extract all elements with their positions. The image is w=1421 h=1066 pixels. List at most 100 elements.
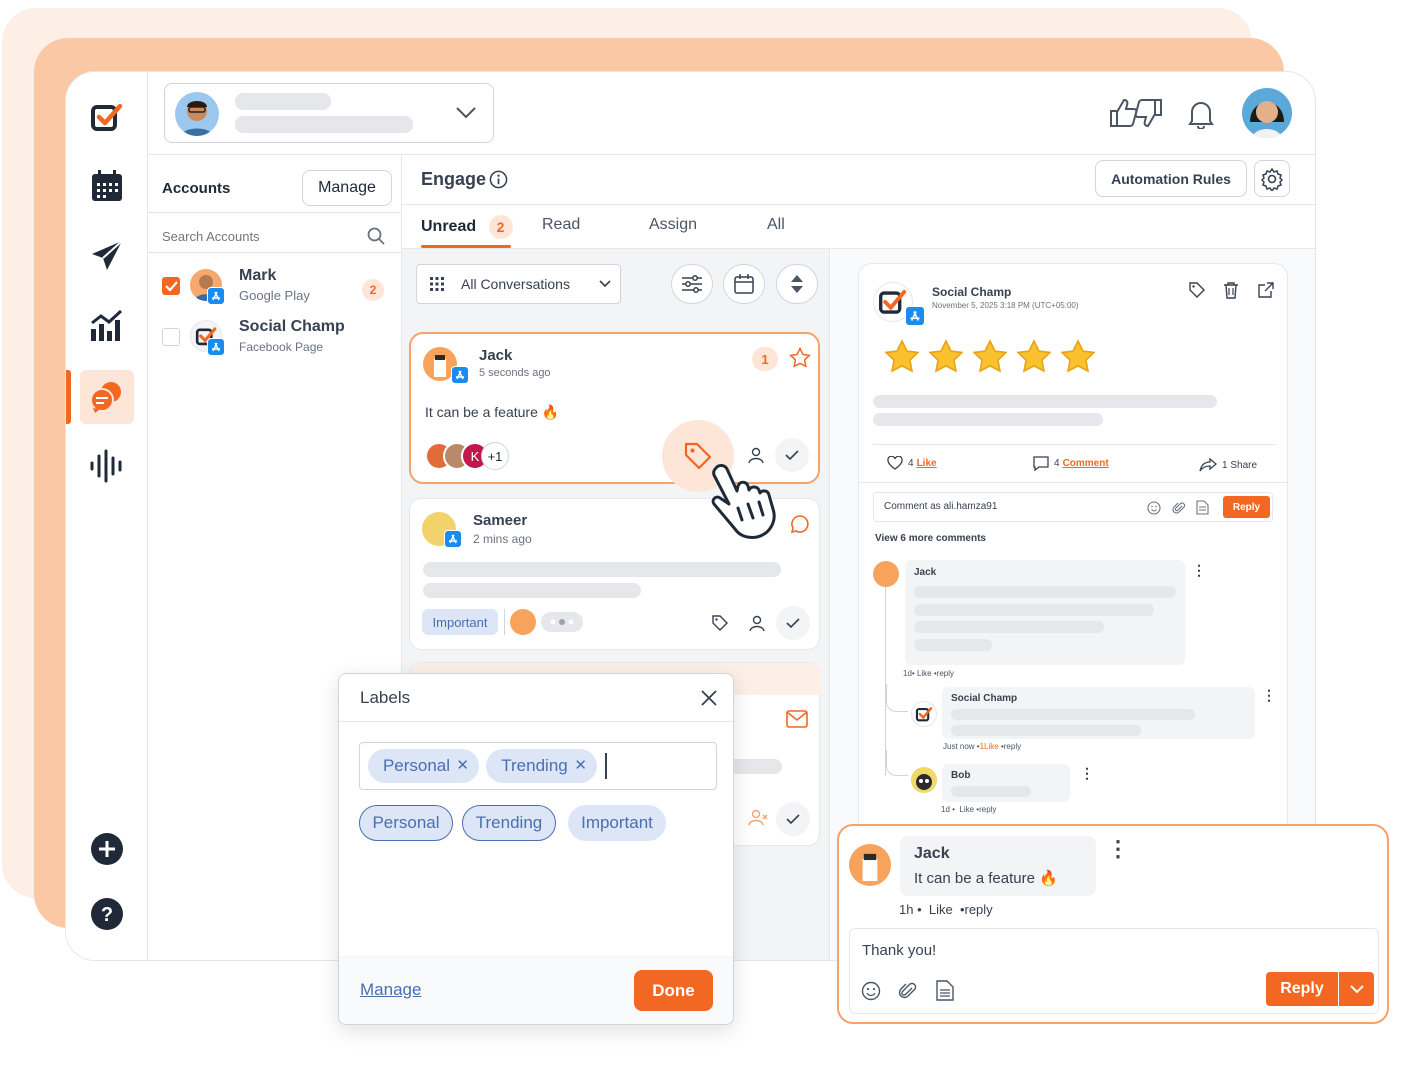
account-item-mark[interactable]: Mark Google Play 2 — [148, 265, 402, 311]
account-checkbox[interactable] — [162, 328, 180, 346]
label-chip[interactable]: Important — [422, 609, 498, 635]
skeleton-line — [951, 786, 1031, 797]
like-link[interactable]: Like — [929, 902, 953, 917]
skeleton-line — [914, 586, 1176, 598]
calendar-icon[interactable] — [86, 165, 128, 207]
done-button[interactable]: Done — [634, 970, 713, 1011]
document-icon[interactable] — [1196, 500, 1209, 515]
listening-waveform-icon[interactable] — [86, 445, 128, 487]
divider — [148, 252, 402, 253]
share-icon — [1199, 458, 1217, 472]
comment-bubble: Social Champ — [942, 687, 1255, 739]
tab-unread[interactable]: Unread 2 — [421, 215, 513, 248]
reply-input[interactable]: Thank you! — [862, 942, 936, 959]
chevron-down-icon — [599, 280, 611, 288]
chevron-down-icon — [456, 107, 476, 119]
check-icon — [785, 450, 799, 461]
send-icon[interactable] — [86, 235, 128, 277]
labels-input[interactable]: Personal ✕ Trending ✕ — [359, 742, 717, 790]
workspace-selector[interactable] — [164, 83, 494, 143]
automation-rules-button[interactable]: Automation Rules — [1095, 160, 1247, 197]
message-time: 2 mins ago — [473, 532, 532, 546]
emoji-icon[interactable] — [861, 981, 881, 1001]
sort-button[interactable] — [776, 264, 818, 304]
info-icon[interactable] — [489, 170, 508, 189]
skeleton-line — [914, 621, 1104, 633]
more-options-icon[interactable]: ⋮ — [1107, 836, 1129, 862]
search-accounts-input[interactable] — [162, 225, 362, 247]
share-action[interactable]: 1 Share — [1199, 455, 1257, 475]
close-icon[interactable] — [700, 689, 718, 707]
comment-action[interactable]: 4 Comment — [1033, 453, 1109, 473]
label-option[interactable]: Trending — [462, 805, 556, 841]
thumbs-up-down-icon[interactable] — [1108, 97, 1164, 129]
more-assignees-count: +1 — [481, 442, 509, 470]
tag-icon[interactable] — [711, 614, 729, 632]
remove-label-icon[interactable]: ✕ — [574, 756, 587, 774]
date-filter-button[interactable] — [723, 264, 765, 304]
account-item-social-champ[interactable]: Social Champ Facebook Page — [148, 316, 402, 362]
tab-assign[interactable]: Assign — [649, 216, 697, 234]
emoji-icon[interactable] — [1147, 501, 1161, 515]
more-options-icon[interactable]: ⋮ — [1262, 687, 1276, 704]
user-icon[interactable] — [748, 614, 766, 632]
label-option[interactable]: Personal — [359, 805, 453, 841]
tab-label: Unread — [421, 218, 477, 236]
view-more-comments[interactable]: View 6 more comments — [875, 533, 986, 544]
analytics-icon[interactable] — [86, 305, 128, 347]
engage-chat-icon[interactable] — [80, 370, 134, 424]
reply-button[interactable]: Reply — [1266, 972, 1338, 1006]
more-options-icon[interactable]: ⋮ — [1192, 562, 1206, 579]
remove-label-icon[interactable]: ✕ — [456, 756, 469, 774]
search-icon[interactable] — [367, 227, 385, 245]
manage-accounts-button[interactable]: Manage — [302, 170, 392, 206]
fire-icon: 🔥 — [1039, 870, 1058, 887]
label-option[interactable]: Important — [568, 805, 666, 841]
paperclip-icon[interactable] — [1172, 501, 1186, 515]
more-options-icon[interactable]: ⋮ — [1080, 765, 1094, 782]
mark-done-button[interactable] — [776, 802, 810, 836]
reply-button[interactable]: Reply — [1223, 496, 1270, 518]
star-icon[interactable] — [789, 347, 811, 369]
like-link: Like — [916, 457, 937, 469]
like-action[interactable]: 4 Like — [887, 453, 937, 473]
external-link-icon[interactable] — [1257, 281, 1275, 299]
manage-labels-link[interactable]: Manage — [360, 980, 421, 1000]
unassign-user-icon[interactable] — [748, 809, 768, 827]
labels-modal: Labels Personal ✕ Trending ✕ Personal Tr… — [338, 673, 734, 1025]
add-icon[interactable] — [86, 828, 128, 870]
skeleton-line — [235, 93, 331, 110]
trash-icon[interactable] — [1223, 281, 1239, 299]
reply-link[interactable]: reply — [965, 902, 993, 917]
star-icon — [928, 339, 964, 373]
mail-icon[interactable] — [786, 710, 808, 728]
post-date: November 5, 2025 3:18 PM (UTC+05:00) — [932, 301, 1079, 310]
share-label: 1 Share — [1222, 459, 1258, 471]
account-name: Social Champ — [239, 318, 345, 335]
message-preview: It can be a feature 🔥 — [425, 404, 560, 420]
help-icon[interactable]: ? — [86, 893, 128, 935]
conversation-filter-dropdown[interactable]: All Conversations — [416, 264, 621, 304]
skeleton-line — [423, 562, 781, 577]
paperclip-icon[interactable] — [898, 981, 918, 1001]
settings-button[interactable] — [1254, 160, 1290, 197]
document-icon[interactable] — [936, 980, 954, 1001]
tab-all[interactable]: All — [767, 216, 785, 234]
skeleton-line — [951, 725, 1141, 736]
comment-icon — [1033, 455, 1049, 471]
comment-author: Jack — [914, 845, 950, 862]
tab-read[interactable]: Read — [542, 216, 580, 234]
filters-button[interactable] — [671, 264, 713, 304]
reply-options-button[interactable] — [1339, 972, 1374, 1006]
tag-icon[interactable] — [1188, 281, 1206, 299]
app-store-icon — [207, 287, 225, 305]
account-checkbox[interactable] — [162, 277, 180, 295]
comment-icon[interactable] — [790, 514, 810, 534]
app-logo-icon[interactable] — [86, 96, 128, 138]
comment-author: Bob — [951, 770, 971, 781]
bell-icon[interactable] — [1188, 99, 1214, 129]
user-avatar[interactable] — [1242, 88, 1292, 138]
comment-input[interactable]: Comment as ali.hamza91 Reply — [873, 492, 1273, 522]
mark-done-button[interactable] — [776, 606, 810, 640]
skeleton-line — [914, 639, 992, 651]
